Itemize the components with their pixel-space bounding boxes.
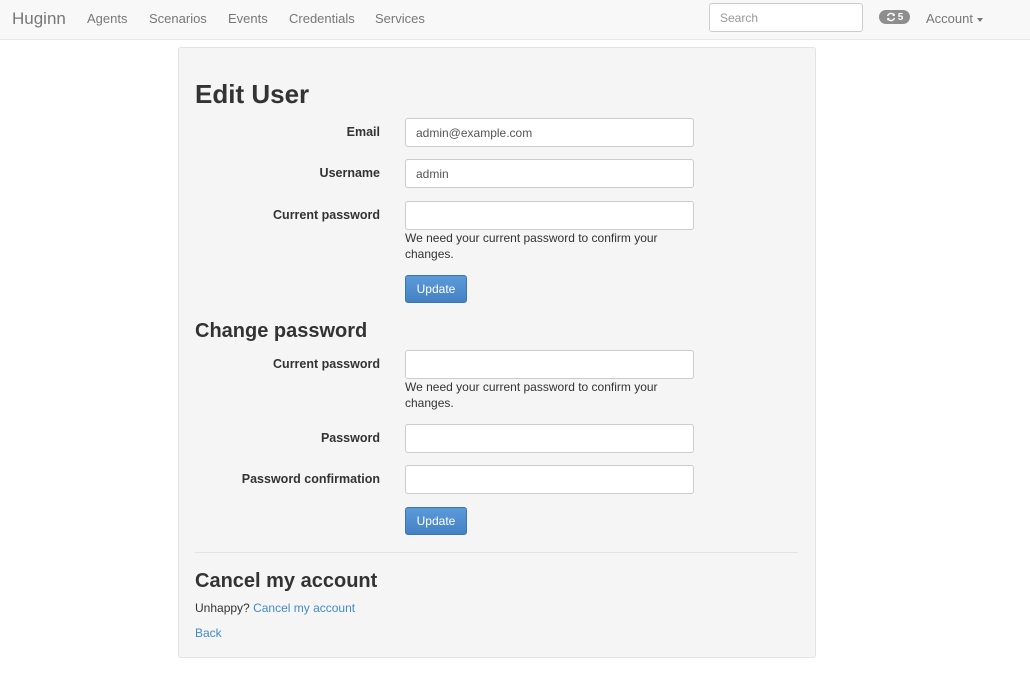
page-title: Edit User	[195, 79, 310, 109]
new-password-field[interactable]	[405, 424, 694, 453]
email-label: Email	[346, 125, 380, 139]
email-field[interactable]	[405, 118, 694, 147]
cancel-account-heading: Cancel my account	[195, 570, 378, 592]
password-confirmation-field[interactable]	[405, 465, 694, 494]
update-user-button[interactable]: Update	[405, 275, 467, 303]
back-link[interactable]: Back	[195, 626, 222, 640]
search-input[interactable]	[709, 3, 863, 32]
update-password-button[interactable]: Update	[405, 507, 467, 535]
change-current-password-label: Current password	[273, 357, 380, 371]
change-password-heading: Change password	[195, 320, 368, 342]
nav-agents-link[interactable]: Agents	[87, 11, 127, 26]
job-count: 5	[897, 11, 904, 23]
password-confirmation-label: Password confirmation	[241, 472, 380, 486]
caret-down-icon	[976, 17, 983, 22]
username-field[interactable]	[405, 159, 694, 188]
current-password-field[interactable]	[405, 201, 694, 230]
cancel-account-link[interactable]: Cancel my account	[253, 601, 355, 615]
change-current-password-field[interactable]	[405, 350, 694, 379]
nav-scenarios-link[interactable]: Scenarios	[149, 11, 207, 26]
cancel-account-line: Unhappy? Cancel my account	[195, 601, 355, 615]
account-label: Account	[926, 11, 973, 26]
section-divider	[195, 552, 798, 553]
current-password-label: Current password	[273, 208, 380, 222]
username-label: Username	[319, 166, 380, 180]
top-navbar: Huginn Agents Scenarios Events Credentia…	[0, 0, 1030, 40]
nav-events-link[interactable]: Events	[228, 11, 268, 26]
unhappy-text: Unhappy?	[195, 601, 250, 615]
current-password-help: We need your current password to confirm…	[405, 231, 658, 261]
account-dropdown-toggle[interactable]: Account	[926, 11, 983, 26]
nav-services-link[interactable]: Services	[375, 11, 425, 26]
change-current-password-help: We need your current password to confirm…	[405, 380, 658, 410]
new-password-label: Password	[320, 431, 380, 445]
brand-logo-link[interactable]: Huginn	[12, 9, 66, 29]
job-status-badge[interactable]: 5	[879, 10, 910, 24]
refresh-icon	[886, 12, 895, 22]
nav-credentials-link[interactable]: Credentials	[289, 11, 355, 26]
